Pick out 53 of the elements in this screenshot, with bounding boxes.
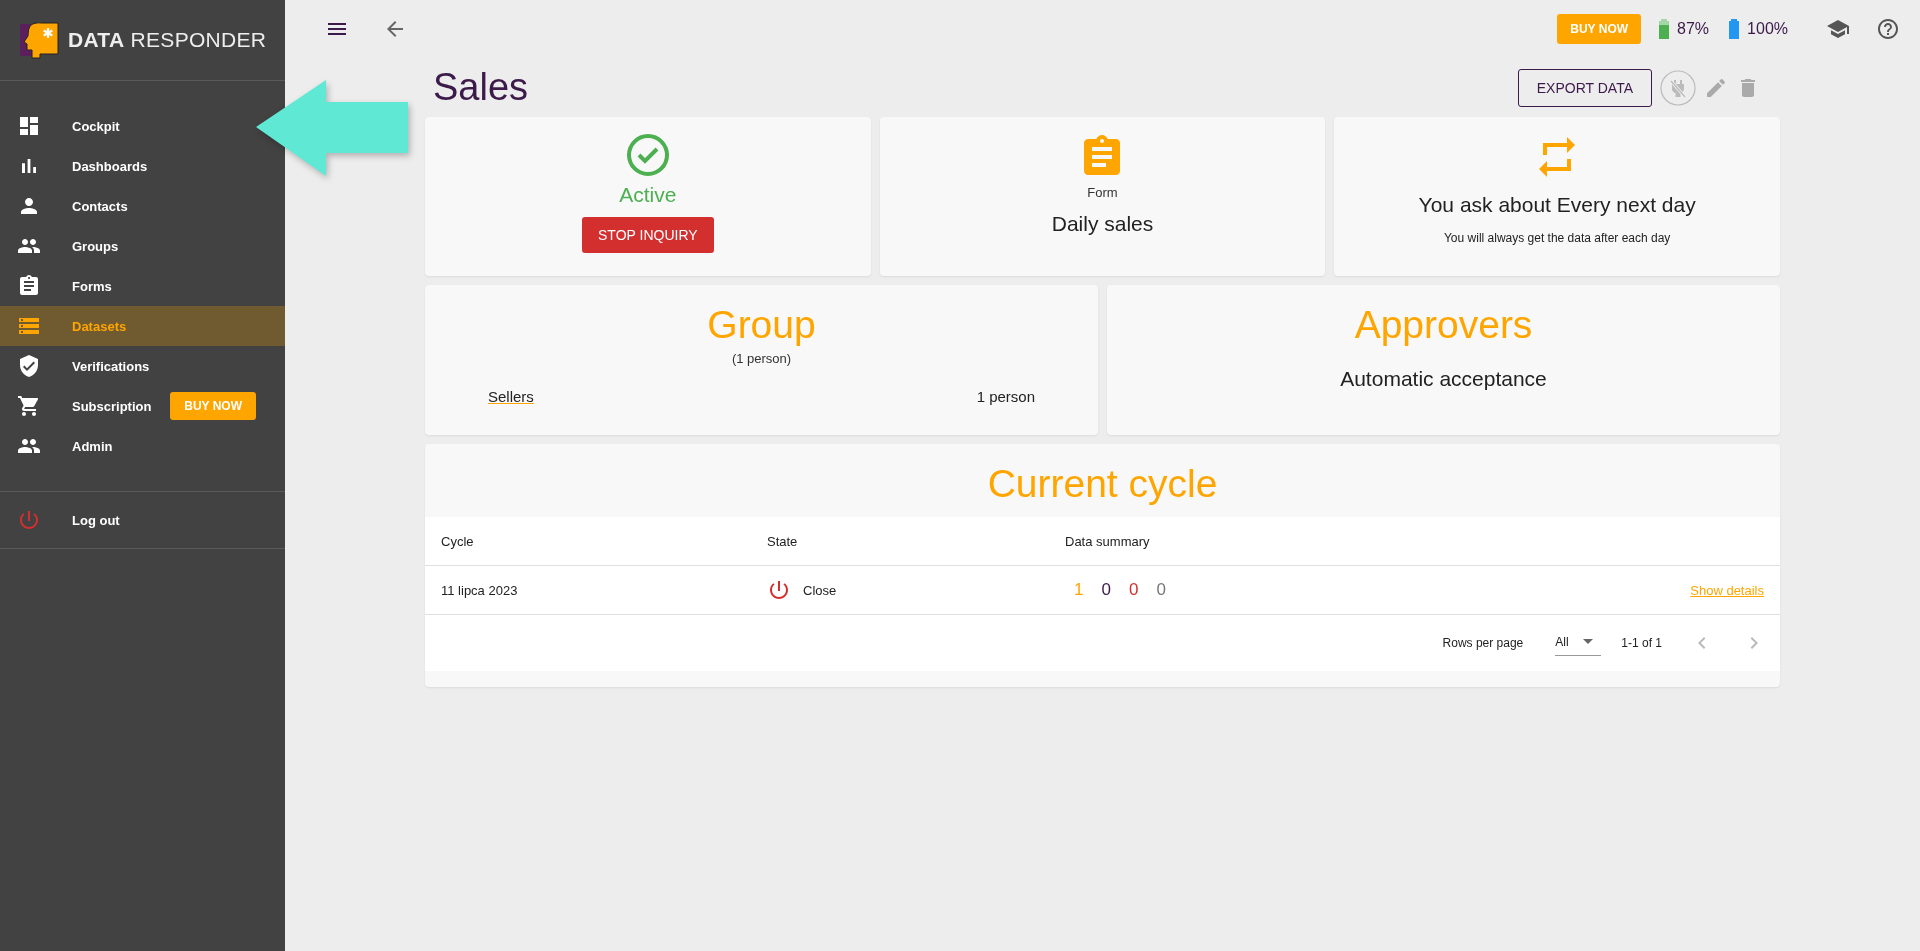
logo-text: DATA RESPONDER (68, 28, 267, 52)
clipboard-icon (17, 274, 41, 298)
cycle-title: Current cycle (986, 461, 1219, 507)
stop-inquiry-button[interactable]: STOP INQUIRY (582, 217, 714, 253)
state-label: Close (803, 582, 837, 598)
sidebar-item[interactable]: Verifications (0, 346, 254, 386)
column-header: Cycle (441, 533, 475, 549)
cart-icon (17, 394, 41, 418)
column-header: Data summary (1065, 533, 1151, 549)
battery-percent: 100% (1747, 20, 1788, 38)
export-data-button[interactable]: EXPORT DATA (1517, 68, 1652, 107)
sidebar-item[interactable]: Subscription BUY NOW (0, 386, 254, 426)
page-range: 1-1 of 1 (1621, 636, 1662, 650)
group-title: Group (707, 303, 816, 347)
sidebar-item[interactable]: Groups (0, 226, 254, 266)
sidebar-item[interactable]: Cockpit (0, 106, 254, 146)
rows-per-page-label: Rows per page (1442, 636, 1524, 650)
sidebar-item[interactable]: Forms (0, 266, 254, 306)
group-count: (1 person) (731, 351, 792, 366)
help-icon[interactable] (1876, 17, 1900, 41)
battery-icon (1659, 19, 1670, 39)
table-cell-text: 11 lipca 2023 (441, 582, 519, 598)
rows-per-page-select[interactable]: All (1555, 630, 1602, 656)
power-icon (17, 508, 41, 532)
page-title: Sales (433, 66, 529, 109)
dropdown-caret-icon (1582, 639, 1593, 644)
summary-count: 0 (1156, 580, 1166, 600)
approvers-title: Approvers (1354, 303, 1533, 347)
sidebar-item[interactable]: Dashboards (0, 146, 254, 186)
check-circle-icon (625, 133, 670, 177)
schedule-note: You will always get the data after each day (1443, 231, 1671, 245)
sidebar-item[interactable]: Admin (0, 426, 254, 466)
schedule-title: You ask about Every next day (1418, 193, 1696, 217)
battery-percent: 87% (1677, 20, 1710, 38)
summary-count: 1 (1074, 580, 1084, 600)
status-label: Active (619, 183, 677, 207)
sidebar-item[interactable]: Contacts (0, 186, 254, 226)
form-label: Form (1087, 185, 1118, 200)
form-name: Daily sales (1051, 212, 1154, 236)
plug-off-icon[interactable] (1660, 69, 1696, 106)
column-header: State (767, 533, 799, 549)
graduation-cap-icon[interactable] (1826, 17, 1850, 41)
battery-icon (1729, 19, 1740, 39)
approvers-value: Automatic acceptance (1340, 367, 1547, 391)
power-icon (767, 578, 791, 602)
logo-icon (20, 20, 60, 60)
member-count: 1 person (976, 388, 1035, 405)
logout-item[interactable]: Log out (0, 492, 285, 549)
shield-check-icon (17, 354, 41, 378)
group-link[interactable]: Sellers (488, 388, 534, 405)
summary-count: 0 (1101, 580, 1111, 600)
summary-count: 0 (1128, 580, 1139, 600)
dashboard-icon (17, 114, 41, 138)
